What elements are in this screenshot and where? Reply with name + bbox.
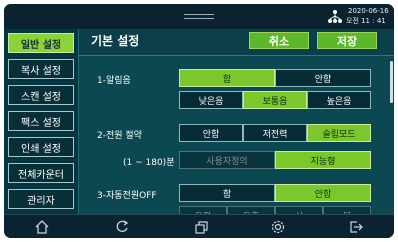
alarm-label: 1-알림음 [97,76,131,86]
cancel-button[interactable]: 취소 [249,32,309,49]
multitask-icon[interactable] [194,219,210,235]
network-icon [328,10,342,23]
alarm-on-option[interactable]: 함 [179,69,275,87]
settings-icon[interactable] [270,219,286,235]
sidebar: 일반 설정 복사 설정 스캔 설정 팩스 설정 인쇄 설정 전체카운터 관리자 [4,29,78,214]
page-title: 기본 설정 [91,34,140,48]
alarm-off-option[interactable]: 안함 [275,69,371,87]
save-button[interactable]: 저장 [317,32,377,49]
logout-icon[interactable] [348,219,364,235]
refresh-icon[interactable] [114,219,130,235]
sidebar-item-fax[interactable]: 팩스 설정 [8,111,74,131]
alarm-normal-option[interactable]: 보통음 [243,91,307,109]
sidebar-item-general[interactable]: 일반 설정 [8,33,74,53]
range-label: (1 ~ 180)분 [123,158,175,168]
power-save-low-option[interactable]: 저전력 [243,124,307,142]
device-screen: 2020-06-16 오전 11 : 41 일반 설정 복사 설정 스캔 설정 … [4,4,394,238]
auto-off-on-option[interactable]: 함 [179,184,275,202]
power-save-none-option[interactable]: 안함 [179,124,243,142]
settings-panel: 기본 설정 취소 저장 1-알림음 함 안함 낮은음 보통음 높은음 2-전원 … [78,29,394,224]
scrollbar[interactable] [390,61,393,103]
power-save-sleep-option[interactable]: 슬립모드 [307,124,371,142]
power-save-label: 2-전원 절약 [97,131,142,141]
sidebar-item-admin[interactable]: 관리자 [8,189,74,209]
sidebar-item-copy[interactable]: 복사 설정 [8,59,74,79]
panel-header: 기본 설정 취소 저장 [79,29,394,56]
alarm-high-option[interactable]: 높은음 [307,91,371,109]
alarm-low-option[interactable]: 낮은음 [179,91,243,109]
pull-down-handle[interactable] [184,14,214,19]
status-bar: 2020-06-16 오전 11 : 41 [4,4,394,29]
sidebar-item-counter[interactable]: 전체카운터 [8,163,74,183]
home-icon[interactable] [34,219,50,235]
auto-off-label: 3-자동전원OFF [97,191,157,201]
custom-time-option[interactable]: 사용자정의 [179,151,275,169]
status-date: 2020-06-16 [348,7,389,15]
sidebar-item-print[interactable]: 인쇄 설정 [8,137,74,157]
status-time: 오전 11 : 41 [346,17,386,25]
bottom-nav [4,214,394,238]
sidebar-item-scan[interactable]: 스캔 설정 [8,85,74,105]
auto-off-off-option[interactable]: 안함 [275,184,371,202]
smart-option[interactable]: 지능형 [275,151,371,169]
